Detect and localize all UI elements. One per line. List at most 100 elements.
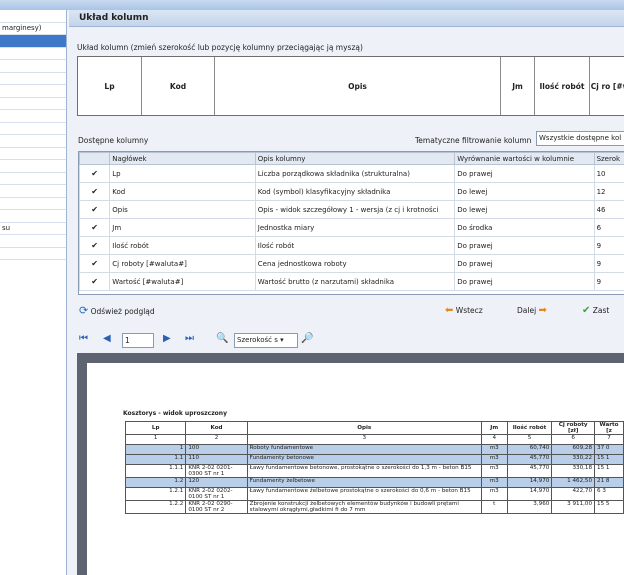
- table-row[interactable]: ✔ Kod Kod (symbol) klasyfikacyjny składnik…: [79, 182, 624, 201]
- left-panel-item[interactable]: [0, 160, 66, 173]
- doc-column-number: 4: [480, 434, 508, 445]
- grid-cell-checkbox[interactable]: ✔: [79, 200, 111, 219]
- grid-cell-header[interactable]: Ilość robót: [109, 236, 256, 255]
- doc-table-row: 1 100 Roboty fundamentowe m3 60,740 609,28 37 …: [124, 444, 624, 455]
- grid-header-naglowek[interactable]: Nagłówek: [109, 152, 256, 165]
- zoom-in-icon[interactable]: 🔎: [301, 333, 313, 344]
- left-panel-item[interactable]: [0, 210, 66, 223]
- grid-cell-description[interactable]: Ilość robót: [254, 236, 456, 255]
- grid-cell-description[interactable]: Jednostka miary: [254, 218, 456, 237]
- layout-column-ilosc[interactable]: Ilość robót: [535, 57, 590, 115]
- left-panel-item[interactable]: marginesy): [0, 23, 66, 35]
- grid-cell-width[interactable]: 6: [593, 218, 624, 237]
- doc-cell-opis: Roboty fundamentowe: [246, 444, 482, 455]
- left-panel-item[interactable]: [0, 248, 66, 260]
- table-row[interactable]: ✔ Opis Opis - widok szczegółowy 1 - wersja…: [79, 200, 624, 219]
- grid-cell-checkbox[interactable]: ✔: [79, 164, 111, 183]
- zoom-select[interactable]: Szerokość s ▾: [234, 333, 298, 348]
- grid-cell-description[interactable]: Opis - widok szczegółowy 1 - wersja (z c…: [254, 200, 456, 219]
- grid-cell-alignment[interactable]: Do prawej: [454, 164, 595, 183]
- grid-cell-checkbox[interactable]: ✔: [79, 236, 111, 255]
- table-row[interactable]: ✔ Cj roboty [#waluta#] Cena jednostkowa ro…: [79, 254, 624, 273]
- doc-cell-kod: KNR 2-02 0201-0300 ST nr 1: [185, 464, 248, 478]
- grid-cell-checkbox[interactable]: ✔: [79, 218, 111, 237]
- grid-cell-header[interactable]: Cj roboty [#waluta#]: [109, 254, 256, 273]
- page-number-input[interactable]: 1: [122, 333, 154, 348]
- grid-cell-description[interactable]: Wartość brutto (z narzutami) składnika: [254, 272, 456, 291]
- next-page-icon[interactable]: ▶: [163, 333, 171, 344]
- layout-column-kod[interactable]: Kod: [142, 57, 215, 115]
- grid-cell-header[interactable]: Lp: [109, 164, 256, 183]
- left-panel-item[interactable]: [0, 185, 66, 198]
- table-row[interactable]: ✔ Wartość [#waluta#] Wartość brutto (z nar…: [79, 272, 624, 291]
- grid-cell-alignment[interactable]: Do prawej: [454, 254, 595, 273]
- doc-cell-jm: m3: [480, 444, 508, 455]
- first-page-icon[interactable]: ⏮: [79, 333, 88, 344]
- left-panel-item[interactable]: su: [0, 223, 66, 235]
- last-page-icon[interactable]: ⏭: [185, 333, 194, 344]
- grid-header-opis[interactable]: Opis kolumny: [254, 152, 456, 165]
- grid-header-width[interactable]: Szerok: [593, 152, 624, 165]
- refresh-preview-button[interactable]: ⟳ Odśwież podgląd: [79, 303, 155, 319]
- doc-cell-ilosc: 60,740: [506, 444, 553, 455]
- layout-column-opis[interactable]: Opis: [215, 57, 501, 115]
- table-row[interactable]: ✔ Ilość robót Ilość robót Do prawej 9: [79, 236, 624, 255]
- document-title: Kosztorys - widok uproszczony: [123, 410, 227, 417]
- left-panel-item[interactable]: [0, 148, 66, 160]
- left-panel-item[interactable]: [0, 235, 66, 248]
- grid-cell-description[interactable]: Kod (symbol) klasyfikacyjny składnika: [254, 182, 456, 201]
- save-button[interactable]: ✔ Zast: [582, 303, 609, 319]
- left-panel-item[interactable]: [0, 73, 66, 85]
- column-filter-select[interactable]: Wszystkie dostępne kol: [536, 131, 624, 146]
- left-panel-item[interactable]: [0, 60, 66, 73]
- grid-cell-description[interactable]: Liczba porządkowa składnika (strukturaln…: [254, 164, 456, 183]
- layout-column-cj[interactable]: Cj ro [#wal: [590, 57, 624, 115]
- left-panel-item[interactable]: [0, 110, 66, 123]
- table-row[interactable]: ✔ Jm Jednostka miary Do środka 6: [79, 218, 624, 237]
- grid-cell-alignment[interactable]: Do lewej: [454, 182, 595, 201]
- layout-column-jm[interactable]: Jm: [501, 57, 535, 115]
- left-panel-item[interactable]: [0, 48, 66, 60]
- column-layout-preview[interactable]: Lp Kod Opis Jm Ilość robót Cj ro [#wal: [77, 56, 624, 116]
- grid-cell-alignment[interactable]: Do środka: [454, 218, 595, 237]
- grid-cell-checkbox[interactable]: ✔: [79, 254, 111, 273]
- grid-cell-alignment[interactable]: Do lewej: [454, 200, 595, 219]
- zoom-icon[interactable]: 🔍: [216, 333, 228, 344]
- grid-cell-alignment[interactable]: Do prawej: [454, 236, 595, 255]
- left-panel-item[interactable]: [0, 123, 66, 135]
- grid-cell-header[interactable]: Wartość [#waluta#]: [109, 272, 256, 291]
- back-button[interactable]: ⬅ Wstecz: [445, 303, 483, 319]
- grid-cell-checkbox[interactable]: ✔: [79, 272, 111, 291]
- doc-cell-jm: m3: [480, 477, 508, 488]
- grid-cell-header[interactable]: Kod: [109, 182, 256, 201]
- grid-cell-width[interactable]: 9: [593, 272, 624, 291]
- left-panel-item[interactable]: [0, 85, 66, 98]
- grid-cell-width[interactable]: 9: [593, 236, 624, 255]
- left-panel-item[interactable]: [0, 35, 66, 48]
- grid-cell-alignment[interactable]: Do prawej: [454, 272, 595, 291]
- left-panel-item[interactable]: [0, 98, 66, 110]
- grid-cell-width[interactable]: 10: [593, 164, 624, 183]
- layout-column-lp[interactable]: Lp: [78, 57, 142, 115]
- grid-cell-header[interactable]: Jm: [109, 218, 256, 237]
- doc-cell-ilosc: 45,770: [506, 464, 553, 478]
- left-panel-item[interactable]: [0, 135, 66, 148]
- grid-header-align[interactable]: Wyrównanie wartości w kolumnie: [454, 152, 595, 165]
- doc-cell-lp: 1.2: [124, 477, 187, 488]
- doc-cell-jm: t: [480, 500, 508, 514]
- doc-table-row: 1.1 110 Fundamenty betonowe m3 45,770 330,22 1…: [124, 454, 624, 465]
- left-panel-item[interactable]: [0, 10, 66, 23]
- grid-cell-width[interactable]: 9: [593, 254, 624, 273]
- grid-cell-header[interactable]: Opis: [109, 200, 256, 219]
- table-row[interactable]: ✔ Lp Liczba porządkowa składnika (struktur…: [79, 164, 624, 183]
- doc-cell-lp: 1: [124, 444, 187, 455]
- grid-cell-checkbox[interactable]: ✔: [79, 182, 111, 201]
- left-panel-item[interactable]: [0, 198, 66, 210]
- grid-cell-description[interactable]: Cena jednostkowa roboty: [254, 254, 456, 273]
- next-button[interactable]: Dalej ➡: [517, 303, 547, 319]
- doc-cell-opis: Fundamenty betonowe: [246, 454, 482, 465]
- previous-page-icon[interactable]: ◀: [103, 333, 111, 344]
- left-panel-item[interactable]: [0, 173, 66, 185]
- grid-cell-width[interactable]: 46: [593, 200, 624, 219]
- grid-cell-width[interactable]: 12: [593, 182, 624, 201]
